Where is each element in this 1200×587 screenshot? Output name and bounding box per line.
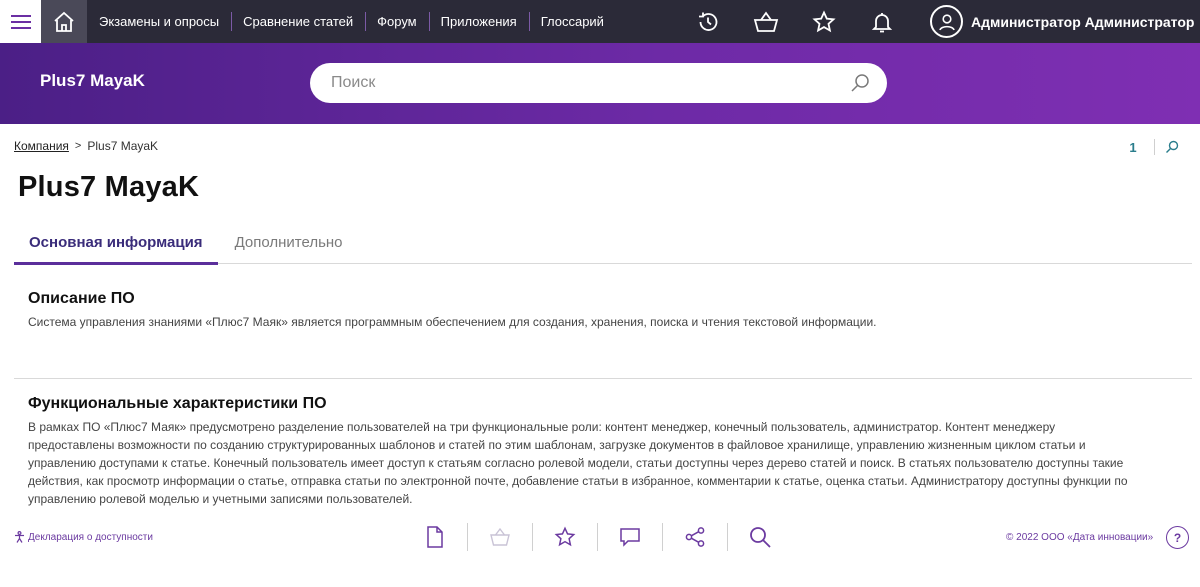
share-button[interactable]	[662, 520, 727, 554]
breadcrumb: Компания > Plus7 MayaK	[14, 139, 158, 153]
copyright: © 2022 ООО «Дата инновации»	[1006, 532, 1154, 543]
nav-compare-articles[interactable]: Сравнение статей	[231, 0, 365, 43]
section-title: Функциональные характеристики ПО	[28, 395, 327, 412]
comment-button[interactable]	[597, 520, 662, 554]
accessibility-link[interactable]: Декларация о доступности	[14, 531, 153, 543]
section-text: Система управления знаниями «Плюс7 Маяк»…	[28, 315, 877, 329]
home-icon	[54, 11, 74, 32]
text-line: предоставлены возможности по созданию ст…	[28, 438, 1086, 452]
hero-band: Plus7 MayaK	[0, 43, 1200, 124]
favorite-button[interactable]	[532, 520, 597, 554]
history-icon	[698, 12, 717, 31]
text-line: управлению ролевой моделью и учетными за…	[28, 492, 413, 506]
search-icon	[749, 527, 771, 548]
basket-icon	[753, 10, 778, 32]
text-line: действия, как просмотр информации о стат…	[28, 474, 1128, 488]
basket-icon	[489, 527, 510, 546]
tools-divider	[1154, 139, 1155, 155]
section-features: Функциональные характеристики ПО В рамка…	[28, 395, 1178, 508]
star-icon	[811, 9, 836, 32]
nav-exams[interactable]: Экзамены и опросы	[87, 0, 231, 43]
page-search-button[interactable]	[1165, 140, 1179, 154]
search-button[interactable]	[849, 72, 871, 94]
page-tools: 1	[1124, 139, 1179, 155]
bell-icon	[871, 12, 892, 32]
accessibility-icon	[14, 531, 25, 543]
user-menu[interactable]: Администратор Администратор	[930, 0, 1200, 43]
search-input[interactable]	[331, 74, 831, 92]
user-name: Администратор Администратор	[971, 13, 1195, 30]
nav-forum[interactable]: Форум	[365, 0, 429, 43]
comment-icon	[619, 528, 640, 547]
top-actions	[693, 0, 925, 43]
star-icon	[554, 526, 575, 547]
main-nav: Экзамены и опросы Сравнение статей Форум…	[87, 0, 616, 43]
section-text: В рамках ПО «Плюс7 Маяк» предусмотрено р…	[28, 418, 1178, 508]
menu-icon	[10, 14, 31, 29]
breadcrumb-current: Plus7 MayaK	[87, 139, 159, 153]
history-button[interactable]	[693, 0, 722, 43]
search-box	[310, 63, 887, 103]
basket-button[interactable]	[467, 520, 532, 554]
help-button[interactable]: ?	[1166, 526, 1189, 549]
section-divider	[14, 378, 1192, 379]
document-icon	[426, 526, 443, 548]
home-button[interactable]	[41, 0, 87, 43]
top-navigation-bar: Экзамены и опросы Сравнение статей Форум…	[0, 0, 1200, 43]
avatar	[930, 5, 963, 38]
count-badge[interactable]: 1	[1124, 140, 1142, 155]
share-icon	[685, 527, 704, 547]
notifications-button[interactable]	[867, 0, 896, 43]
nav-applications[interactable]: Приложения	[428, 0, 529, 43]
tab-additional[interactable]: Дополнительно	[220, 221, 358, 264]
user-icon	[938, 13, 955, 30]
text-line: управлению доступами к статье. Конечный …	[28, 456, 1124, 470]
menu-button[interactable]	[0, 0, 41, 43]
page-title: Plus7 MayaK	[18, 171, 200, 203]
text-line: В рамках ПО «Плюс7 Маяк» предусмотрено р…	[28, 420, 1056, 434]
search-icon	[851, 74, 869, 92]
breadcrumb-separator: >	[74, 140, 82, 152]
basket-button[interactable]	[751, 0, 780, 43]
brand-title: Plus7 MayaK	[40, 71, 145, 90]
search-icon	[1166, 140, 1179, 153]
search-button[interactable]	[727, 520, 792, 554]
favorites-button[interactable]	[809, 0, 838, 43]
section-description: Описание ПО Система управления знаниями …	[28, 290, 1178, 331]
nav-glossary[interactable]: Глоссарий	[528, 0, 616, 43]
document-button[interactable]	[402, 520, 467, 554]
section-title: Описание ПО	[28, 290, 135, 307]
footer: Декларация о доступности © 2022 ООО «Дат…	[0, 518, 1200, 558]
footer-actions	[402, 520, 792, 554]
tabs: Основная информация Дополнительно	[14, 221, 1192, 265]
accessibility-label: Декларация о доступности	[28, 531, 153, 543]
tab-main-info[interactable]: Основная информация	[14, 221, 218, 265]
breadcrumb-company[interactable]: Компания	[14, 139, 69, 153]
